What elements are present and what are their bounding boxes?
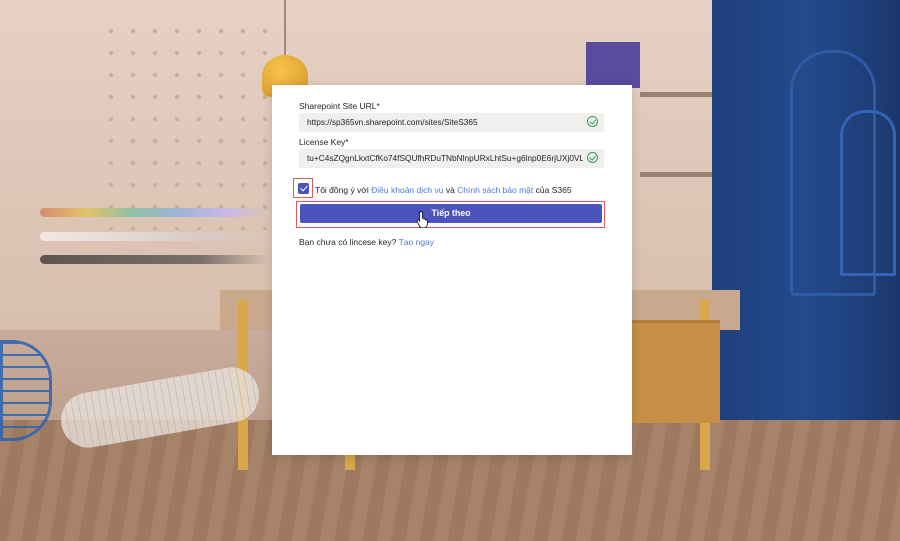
create-now-link[interactable]: Tạo ngay bbox=[399, 237, 434, 247]
next-button[interactable]: Tiếp theo bbox=[300, 204, 602, 223]
check-circle-icon bbox=[587, 152, 598, 163]
no-license-text: Bạn chưa có lincese key? Tạo ngay bbox=[299, 237, 435, 247]
license-key-label: License Key* bbox=[299, 137, 349, 147]
setup-dialog: Sharepoint Site URL* https://sp365vn.sha… bbox=[272, 85, 632, 455]
privacy-link[interactable]: Chính sách bảo mật bbox=[457, 185, 533, 195]
license-key-field[interactable]: tu+C4sZQgnLkxtCfKo74fSQUfhRDuTNbNlnpURxL… bbox=[299, 149, 604, 168]
terms-link[interactable]: Điều khoản dịch vụ bbox=[371, 185, 443, 195]
agree-checkbox[interactable] bbox=[298, 183, 309, 194]
agree-text: Tôi đồng ý với Điều khoản dịch vụ và Chí… bbox=[315, 185, 572, 195]
site-url-label: Sharepoint Site URL* bbox=[299, 101, 380, 111]
check-circle-icon bbox=[587, 116, 598, 127]
site-url-value: https://sp365vn.sharepoint.com/sites/Sit… bbox=[307, 117, 478, 127]
site-url-field[interactable]: https://sp365vn.sharepoint.com/sites/Sit… bbox=[299, 113, 604, 132]
license-key-value: tu+C4sZQgnLkxtCfKo74fSQUfhRDuTNbNlnpURxL… bbox=[307, 153, 583, 163]
